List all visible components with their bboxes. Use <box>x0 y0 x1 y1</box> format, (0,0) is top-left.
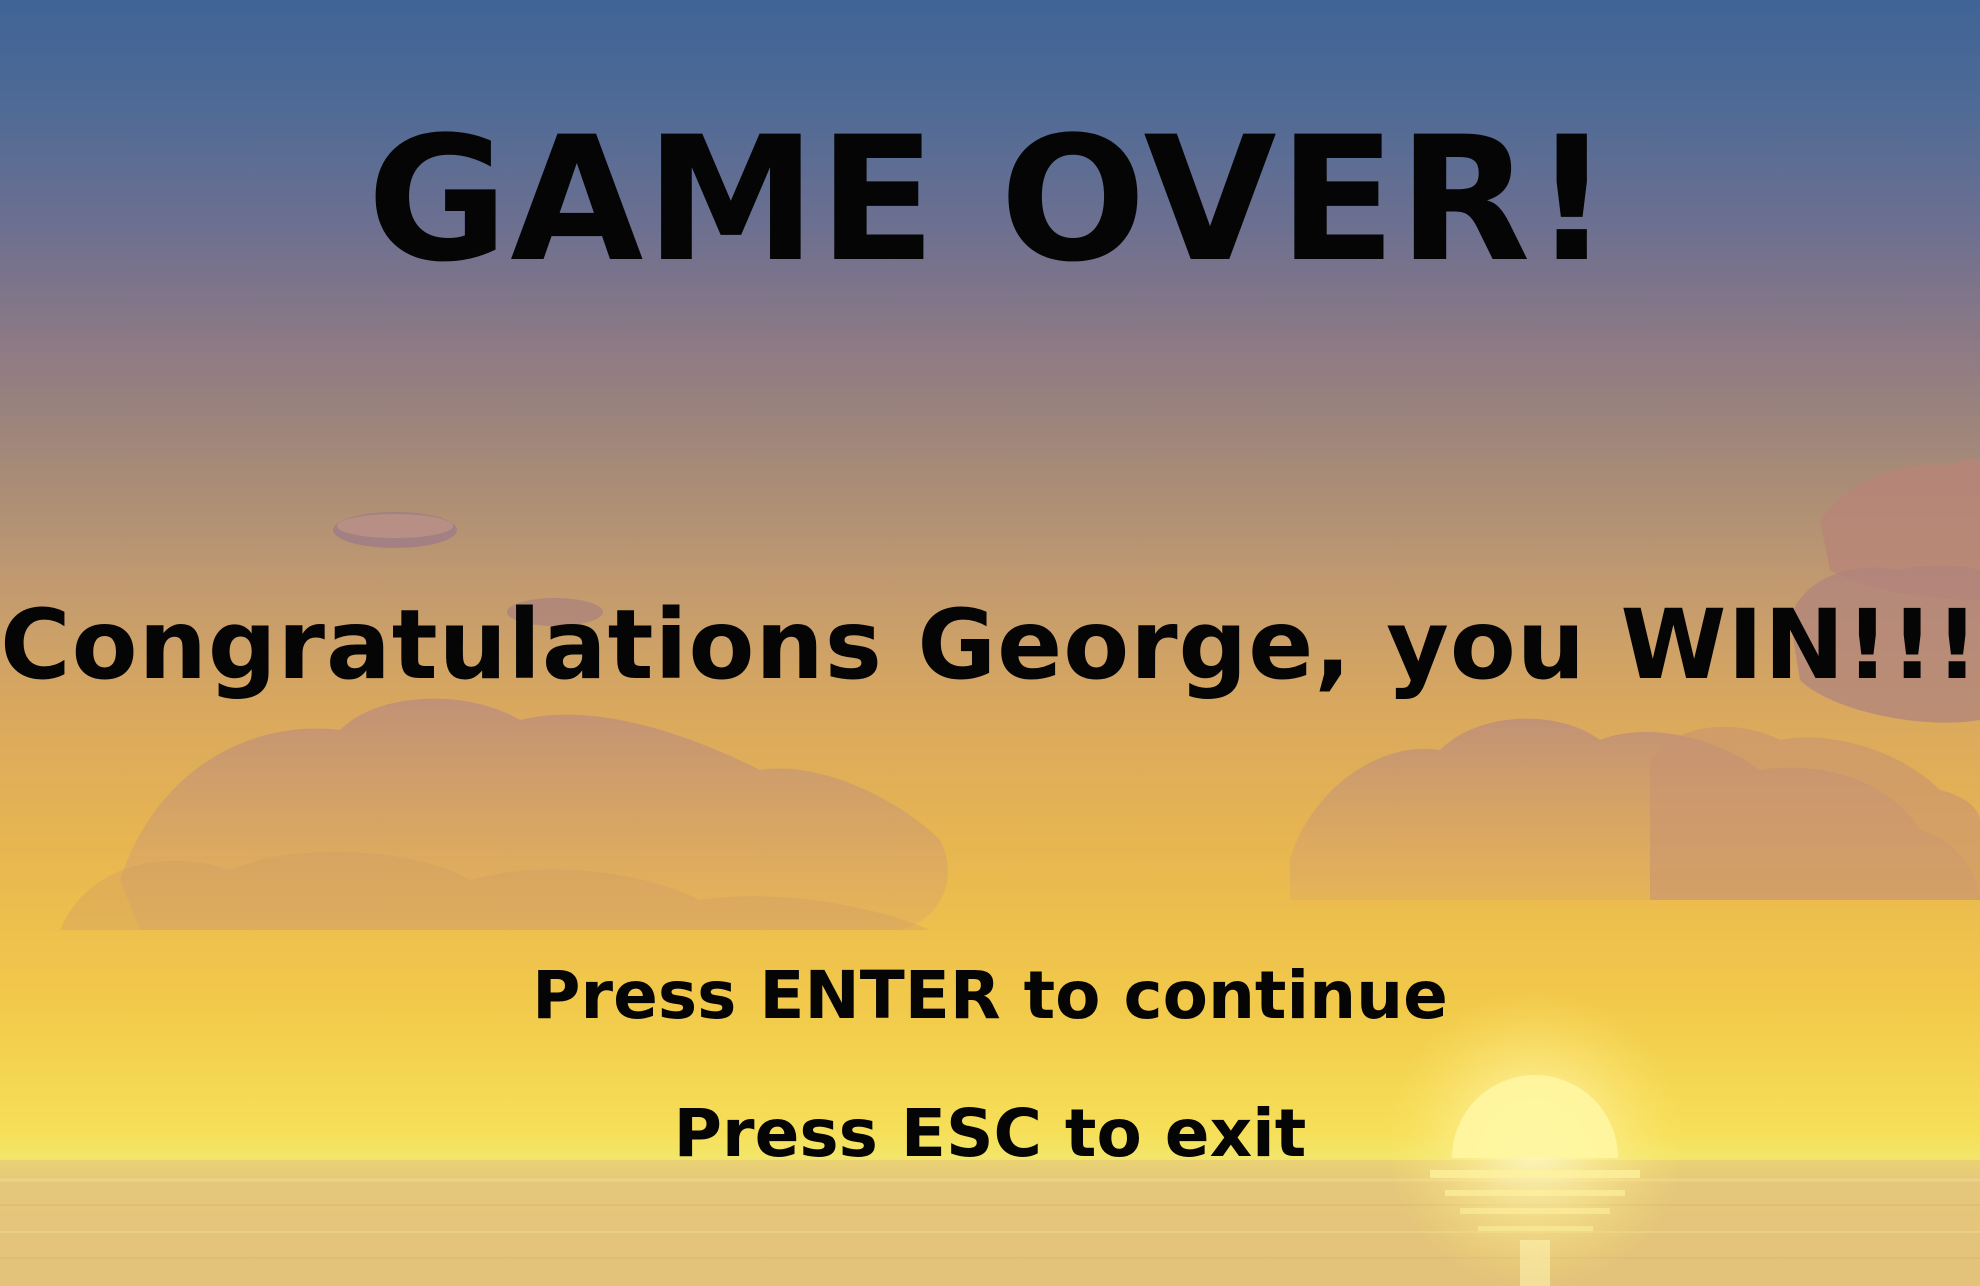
continue-prompt[interactable]: Press ENTER to continue <box>0 958 1980 1034</box>
game-over-title: GAME OVER! <box>367 99 1613 300</box>
exit-prompt[interactable]: Press ESC to exit <box>0 1096 1980 1172</box>
game-over-screen: GAME OVER! Congratulations George, you W… <box>0 0 1980 1286</box>
sea <box>0 1160 1980 1286</box>
win-message: Congratulations George, you WIN!!! <box>0 589 1980 701</box>
